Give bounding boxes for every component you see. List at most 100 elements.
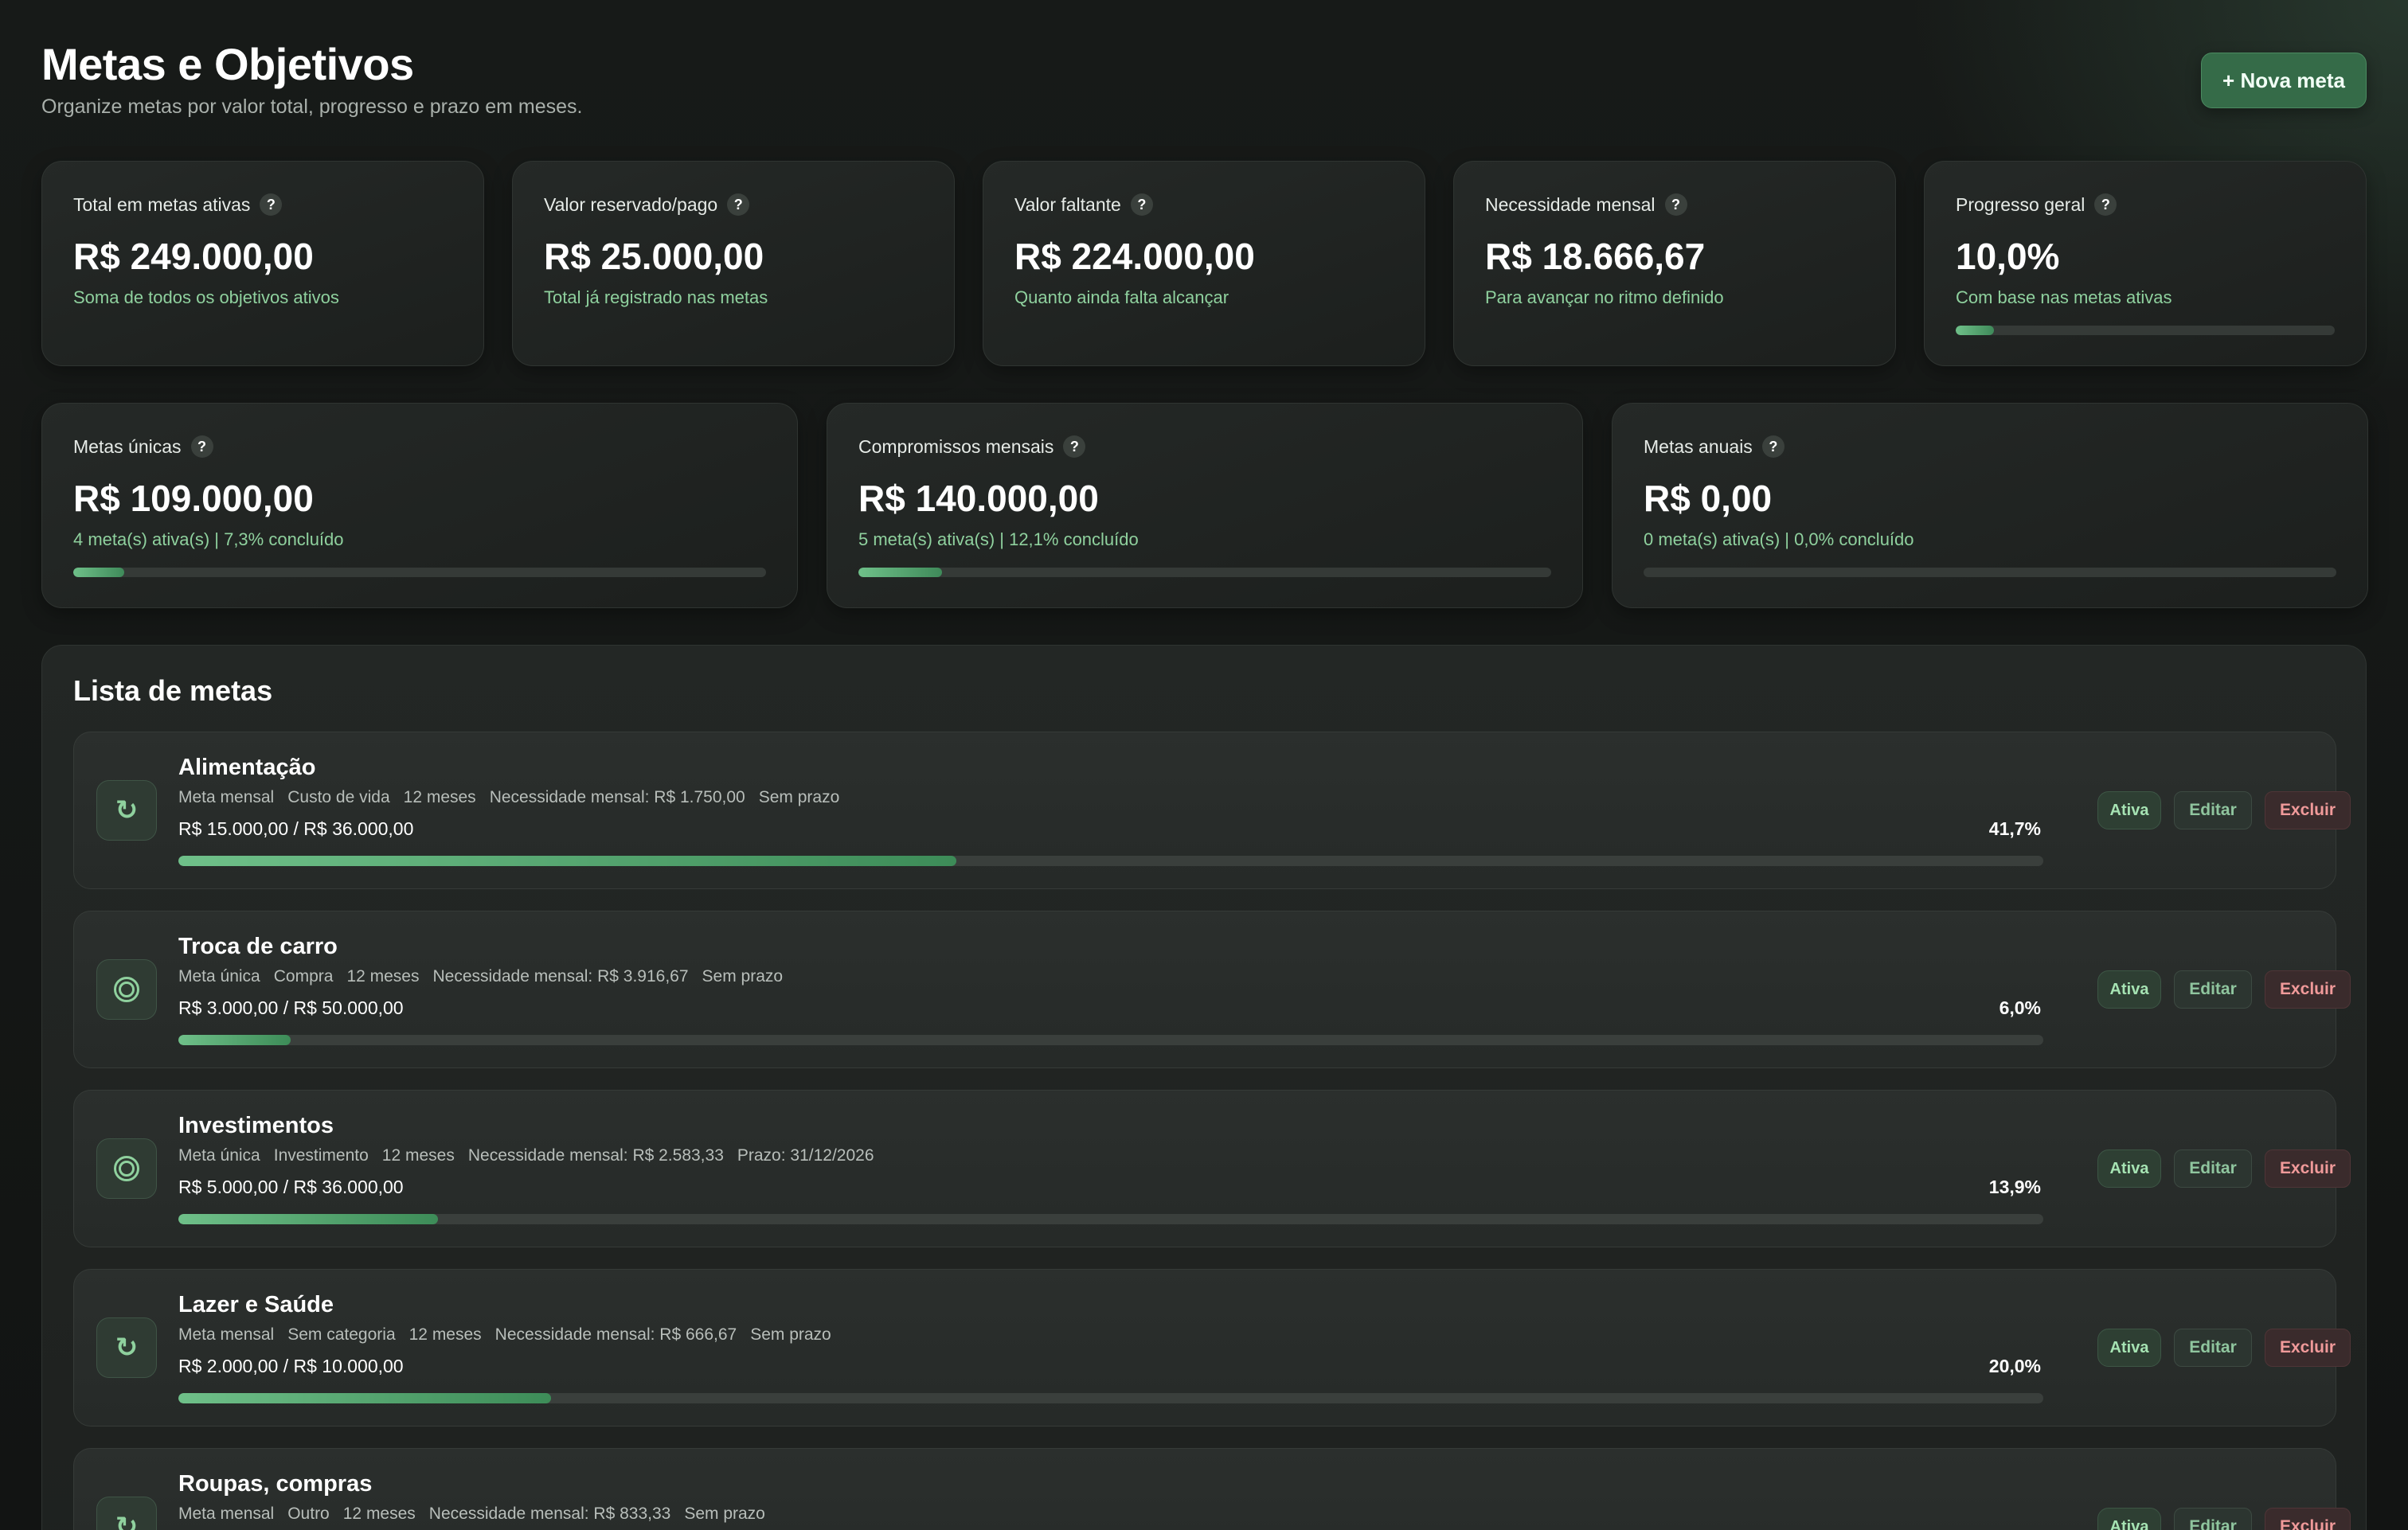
goal-meta-item: Meta mensal	[178, 1325, 275, 1344]
goal-meta-item: Sem prazo	[702, 967, 784, 986]
summary-card-label: Total em metas ativas?	[73, 193, 283, 216]
help-icon[interactable]: ?	[2094, 193, 2117, 216]
goal-percent: 6,0%	[1999, 997, 2041, 1018]
summary-card-value: R$ 224.000,00	[1014, 236, 1255, 277]
page-subtitle: Organize metas por valor total, progress…	[41, 96, 583, 118]
help-icon[interactable]: ?	[1664, 193, 1687, 216]
status-badge: Ativa	[2097, 970, 2161, 1009]
delete-button[interactable]: Excluir	[2265, 1149, 2351, 1188]
summary-card-label-text: Necessidade mensal	[1485, 193, 1656, 215]
refresh-icon: ↻	[96, 1317, 157, 1378]
new-goal-button[interactable]: + Nova meta	[2201, 53, 2367, 108]
goal-progress-bar	[178, 856, 2043, 866]
summary-progress-bar	[1956, 326, 2335, 335]
summary-progress-fill	[1956, 326, 1994, 335]
status-badge: Ativa	[2097, 791, 2161, 829]
goal-name: Troca de carro	[178, 934, 338, 959]
goal-meta-item: 12 meses	[403, 788, 476, 806]
status-badge: Ativa	[2097, 1149, 2161, 1188]
summary-card-label-text: Progresso geral	[1956, 193, 2086, 215]
target-icon-shape	[114, 1156, 139, 1181]
edit-button[interactable]: Editar	[2174, 1508, 2252, 1530]
goal-type-card-label-text: Metas anuais	[1644, 435, 1753, 457]
goal-meta-item: Meta única	[178, 967, 260, 986]
goals-list-title: Lista de metas	[73, 674, 273, 707]
summary-card-value: R$ 25.000,00	[544, 236, 764, 277]
edit-button[interactable]: Editar	[2174, 1329, 2252, 1367]
goal-meta-item: Meta mensal	[178, 788, 275, 806]
goal-type-progress-fill	[858, 568, 943, 577]
page-title: Metas e Objetivos	[41, 39, 414, 89]
goal-meta-item: Meta única	[178, 1146, 260, 1165]
goal-meta: Meta mensal Sem categoria 12 meses Necessid…	[178, 1325, 831, 1345]
page-header: Metas e Objetivos Organize metas por val…	[41, 38, 2367, 134]
goal-meta: Meta mensal Custo de vida 12 meses Necessid…	[178, 788, 839, 807]
goal-type-progress-bar	[73, 568, 766, 577]
goal-meta-item: Sem categoria	[287, 1325, 396, 1344]
goal-meta-item: Sem prazo	[684, 1505, 765, 1523]
goals-list-panel: Lista de metas ↻ Alimentação Meta mensal Cu…	[41, 645, 2367, 1530]
goal-amounts: R$ 5.000,00 / R$ 36.000,00	[178, 1177, 404, 1197]
summary-card-label: Progresso geral?	[1956, 193, 2117, 216]
goal-row: ↻ Roupas, compras Meta mensal Outro 12 meses…	[73, 1448, 2351, 1530]
help-icon[interactable]: ?	[727, 193, 750, 216]
summary-card-label-text: Valor reservado/pago	[544, 193, 718, 215]
refresh-icon: ↻	[96, 1497, 157, 1530]
edit-button[interactable]: Editar	[2174, 791, 2252, 829]
summary-card-caption: Com base nas metas ativas	[1956, 287, 2172, 307]
summary-card-caption: Soma de todos os objetivos ativos	[73, 287, 339, 307]
goal-type-card-label: Metas anuais?	[1644, 435, 1784, 458]
goal-row: ↻ Alimentação Meta mensal Custo de vida 12 m…	[73, 732, 2351, 889]
goal-meta-item: Compra	[273, 967, 334, 986]
goal-name: Investimentos	[178, 1113, 334, 1138]
delete-button[interactable]: Excluir	[2265, 970, 2351, 1009]
summary-card: Necessidade mensal? R$ 18.666,67 Para avan…	[1453, 161, 1896, 366]
target-icon	[96, 1138, 157, 1199]
summary-card-value: R$ 249.000,00	[73, 236, 314, 277]
goal-progress-fill	[178, 1035, 291, 1045]
goal-row: ↻ Lazer e Saúde Meta mensal Sem categoria 12…	[73, 1269, 2351, 1427]
summary-card-caption: Quanto ainda falta alcançar	[1014, 287, 1229, 307]
goal-meta-item: Necessidade mensal: R$ 833,33	[428, 1505, 671, 1523]
goal-meta: Meta única Investimento 12 meses Necessidad…	[178, 1146, 874, 1165]
goal-type-card-label-text: Metas únicas	[73, 435, 182, 457]
goal-amounts: R$ 2.000,00 / R$ 10.000,00	[178, 1356, 404, 1376]
goal-meta-item: 12 meses	[408, 1325, 482, 1344]
help-icon[interactable]: ?	[190, 435, 213, 458]
help-icon[interactable]: ?	[260, 193, 283, 216]
delete-button[interactable]: Excluir	[2265, 1508, 2351, 1530]
summary-card-caption: Total já registrado nas metas	[544, 287, 768, 307]
goal-meta-item: 12 meses	[346, 967, 420, 986]
goal-progress-bar	[178, 1214, 2043, 1224]
goal-type-card-label-text: Compromissos mensais	[858, 435, 1054, 457]
goal-percent: 41,7%	[1988, 818, 2041, 839]
goal-name: Lazer e Saúde	[178, 1292, 334, 1317]
goal-meta-item: Necessidade mensal: R$ 1.750,00	[489, 788, 745, 806]
status-badge: Ativa	[2097, 1329, 2161, 1367]
help-icon[interactable]: ?	[1130, 193, 1153, 216]
goal-meta-item: Necessidade mensal: R$ 666,67	[494, 1325, 737, 1344]
goal-amounts: R$ 3.000,00 / R$ 50.000,00	[178, 997, 404, 1018]
summary-card-value: 10,0%	[1956, 236, 2060, 277]
goal-name: Alimentação	[178, 755, 316, 780]
goal-meta-item: Custo de vida	[287, 788, 390, 806]
delete-button[interactable]: Excluir	[2265, 791, 2351, 829]
goal-percent: 13,9%	[1988, 1177, 2041, 1197]
goal-meta: Meta única Compra 12 meses Necessidade mens…	[178, 967, 783, 986]
goal-type-card-value: R$ 0,00	[1644, 478, 1773, 519]
goal-row: Troca de carro Meta única Compra 12 meses Ne…	[73, 911, 2351, 1068]
goal-type-progress-bar	[1644, 568, 2336, 577]
delete-button[interactable]: Excluir	[2265, 1329, 2351, 1367]
summary-card-label: Valor reservado/pago?	[544, 193, 750, 216]
goal-type-card-label: Compromissos mensais?	[858, 435, 1086, 458]
goal-progress-bar	[178, 1393, 2043, 1403]
edit-button[interactable]: Editar	[2174, 1149, 2252, 1188]
help-icon[interactable]: ?	[1063, 435, 1086, 458]
edit-button[interactable]: Editar	[2174, 970, 2252, 1009]
goal-type-card: Compromissos mensais? R$ 140.000,00 5 meta…	[827, 403, 1583, 608]
help-icon[interactable]: ?	[1761, 435, 1784, 458]
goal-meta: Meta mensal Outro 12 meses Necessidade mens…	[178, 1505, 765, 1524]
target-icon-shape	[114, 977, 139, 1002]
summary-card-value: R$ 18.666,67	[1485, 236, 1706, 277]
summary-card: Progresso geral? 10,0% Com base nas metas …	[1924, 161, 2367, 366]
